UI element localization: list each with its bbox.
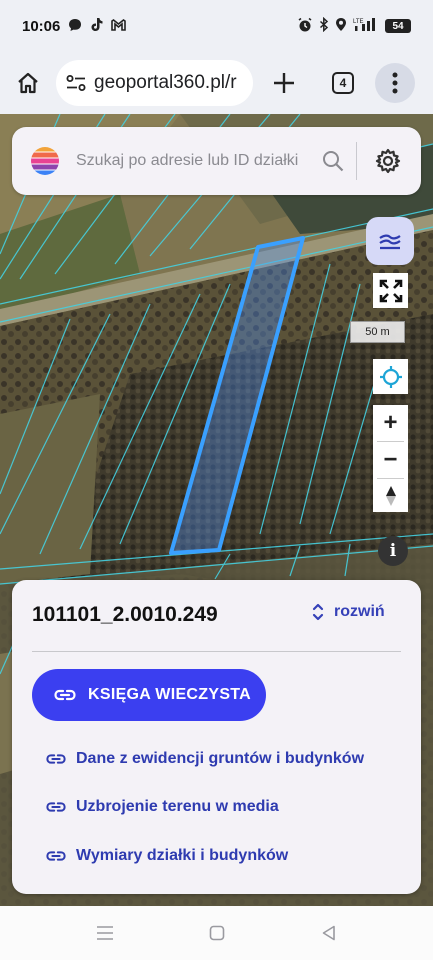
geoportal-logo-icon — [31, 147, 59, 175]
zoom-out-button[interactable]: − — [373, 442, 408, 478]
more-vert-icon — [392, 72, 398, 94]
tab-switcher-button[interactable]: 4 — [315, 55, 371, 111]
status-bar: 10:06 LTE 54 — [0, 0, 433, 52]
expand-label: rozwiń — [334, 603, 385, 620]
land-registry-label: KSIĘGA WIECZYSTA — [88, 686, 252, 703]
unfold-icon — [312, 603, 324, 621]
back-button[interactable] — [317, 921, 341, 945]
location-pin-icon — [335, 17, 347, 35]
signal-icon: LTE — [353, 17, 379, 35]
link-icon — [46, 851, 66, 861]
browser-menu-button[interactable] — [375, 63, 415, 103]
battery-icon: 54 — [385, 19, 411, 33]
home-nav-button[interactable] — [205, 921, 229, 945]
link-label: Uzbrojenie terenu w media — [76, 798, 279, 815]
zoom-in-button[interactable]: + — [373, 405, 408, 441]
settings-button[interactable] — [365, 138, 411, 184]
bluetooth-icon — [319, 16, 329, 35]
link-label: Wymiary działki i budynków — [76, 847, 289, 864]
url-bar[interactable]: geoportal360.pl/r — [56, 60, 253, 106]
map-info-button[interactable]: i — [378, 536, 408, 566]
site-settings-icon — [66, 75, 86, 91]
fullscreen-icon — [379, 279, 402, 302]
link-icon — [54, 689, 76, 701]
back-triangle-icon — [322, 925, 335, 941]
panel-divider — [32, 651, 401, 652]
search-button[interactable] — [314, 142, 352, 180]
crosshair-location-icon — [379, 365, 402, 388]
address-search-input[interactable] — [76, 152, 310, 170]
browser-toolbar: geoportal360.pl/r 4 — [0, 52, 433, 114]
alarm-icon — [297, 17, 313, 36]
gmail-icon — [111, 18, 127, 35]
home-button[interactable] — [0, 55, 56, 111]
recents-button[interactable] — [93, 921, 117, 945]
tabs-count: 4 — [332, 72, 354, 94]
zoom-controls: + − — [373, 405, 408, 512]
square-icon — [209, 925, 224, 941]
status-time: 10:06 — [22, 17, 61, 35]
search-icon — [323, 151, 344, 172]
parcel-info-panel: 101101_2.0010.249 rozwiń KSIĘGA WIECZYST… — [12, 580, 421, 894]
land-registry-button[interactable]: KSIĘGA WIECZYSTA — [32, 669, 266, 721]
search-divider — [356, 142, 357, 180]
my-location-button[interactable] — [373, 359, 408, 394]
layers-button[interactable] — [366, 217, 414, 265]
expand-panel-button[interactable]: rozwiń — [312, 602, 385, 622]
plus-icon — [274, 73, 294, 93]
new-tab-button[interactable] — [253, 55, 315, 111]
gear-icon — [375, 148, 401, 174]
menu-lines-icon — [96, 926, 113, 940]
compass-icon — [385, 485, 396, 506]
layers-icon — [379, 234, 401, 250]
svg-text:LTE: LTE — [353, 19, 364, 25]
home-icon — [18, 72, 38, 94]
land-records-link[interactable]: Dane z ewidencji gruntów i budynków — [46, 750, 364, 768]
map-search-card — [12, 127, 421, 195]
url-text: geoportal360.pl/r — [94, 72, 237, 93]
link-icon — [46, 754, 66, 764]
utilities-link[interactable]: Uzbrojenie terenu w media — [46, 798, 279, 816]
parcel-id: 101101_2.0010.249 — [32, 603, 218, 626]
link-icon — [46, 802, 66, 812]
dimensions-link[interactable]: Wymiary działki i budynków — [46, 847, 288, 865]
tiktok-icon — [90, 17, 103, 36]
chat-notification-icon — [68, 18, 82, 35]
map-scale: 50 m — [350, 321, 405, 343]
reset-north-button[interactable] — [373, 479, 408, 512]
link-label: Dane z ewidencji gruntów i budynków — [76, 750, 365, 767]
fullscreen-button[interactable] — [373, 273, 408, 308]
system-navigation-bar — [0, 906, 433, 960]
